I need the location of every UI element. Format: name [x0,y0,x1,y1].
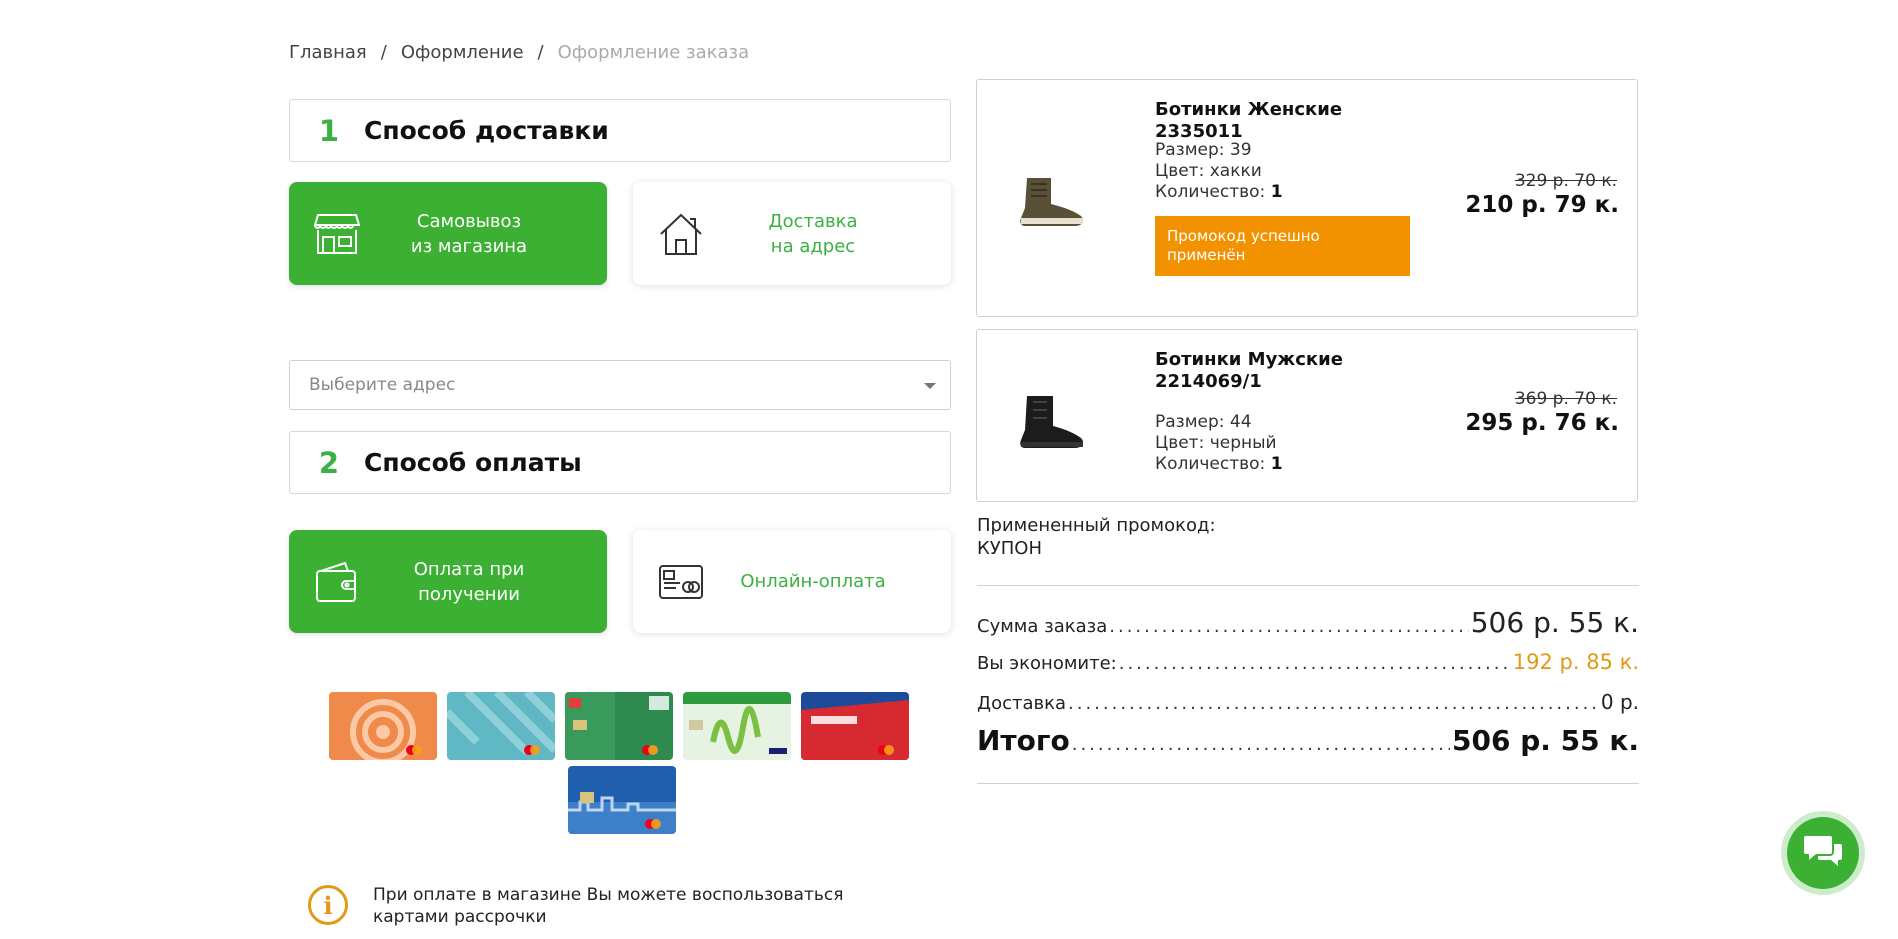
card-image-karta-pokupok [568,766,676,834]
card-image-bps-sberbank-fun [683,692,791,760]
summary-savings-row: Вы экономите: ..........................… [977,650,1639,674]
option-label: Оплата при получении [413,558,525,605]
address-select-placeholder: Выберите адрес [309,375,456,395]
product-image [1013,392,1091,454]
product-image [1013,170,1091,232]
delivery-section-header: 1 Способ доставки [289,99,951,162]
installment-info-text: При оплате в магазине Вы можете воспольз… [373,885,844,927]
wallet-icon [313,558,361,606]
summary-order-sum-value: 506 р. 55 к. [1470,606,1639,639]
summary-delivery-row: Доставка ...............................… [977,690,1639,714]
info-icon: i [308,885,348,925]
store-icon [313,210,361,258]
summary-order-sum-row: Сумма заказа ...........................… [977,606,1639,639]
cart-product-card: Ботинки Мужские 2214069/1 Размер: 44 Цве… [976,329,1638,502]
summary-label: Сумма заказа [977,616,1108,637]
product-color-label: Цвет: [1155,161,1205,181]
product-price: 210 р. 79 к. [1465,192,1619,218]
product-quantity-value: 1 [1270,182,1283,202]
breadcrumb-home-link[interactable]: Главная [289,42,367,63]
product-name: Ботинки Мужские 2214069/1 [1155,349,1343,392]
divider [977,585,1639,586]
summary-label: Вы экономите: [977,653,1117,674]
product-quantity-label: Количество: [1155,454,1266,474]
applied-promo-code: КУПОН [977,538,1042,559]
dot-leader: ........................................… [1068,693,1599,714]
option-label: Доставка на адрес [768,210,858,257]
summary-total-row: Итого ..................................… [977,724,1639,757]
dot-leader: ........................................… [1109,616,1468,637]
product-color-label: Цвет: [1155,433,1205,453]
option-label: Самовывоз из магазина [410,210,528,257]
product-size-value: 44 [1229,412,1252,432]
online-payment-option-button[interactable]: Онлайн-оплата [633,530,951,633]
applied-promo-label: Примененный промокод: [977,515,1216,536]
product-name: Ботинки Женские 2335011 [1155,99,1343,142]
pickup-option-button[interactable]: Самовывоз из магазина [289,182,607,285]
product-size-label: Размер: [1155,140,1225,160]
card-image-magnit [801,692,909,760]
summary-savings-value: 192 р. 85 к. [1512,650,1639,674]
product-color: Цвет: хакки [1155,161,1262,183]
card-image-smart-card [565,692,673,760]
cart-product-card: Ботинки Женские 2335011 Размер: 39 Цвет:… [976,79,1638,317]
promo-applied-badge: Промокод успешно применён [1155,216,1410,276]
product-quantity-label: Количество: [1155,182,1266,202]
divider [977,783,1639,784]
summary-delivery-value: 0 р. [1600,690,1639,714]
summary-label: Доставка [977,693,1066,714]
chat-button[interactable] [1787,817,1859,889]
summary-total-label: Итого [977,724,1070,757]
product-color-value: черный [1209,433,1277,453]
credit-card-icon [657,558,705,606]
house-icon [657,210,705,258]
product-size-label: Размер: [1155,412,1225,432]
section-title: Способ оплаты [364,448,582,477]
card-image-halva-orange [329,692,437,760]
product-size: Размер: 39 [1155,140,1252,162]
product-size: Размер: 44 [1155,412,1252,434]
card-image-halva-teal [447,692,555,760]
breadcrumb-current: Оформление заказа [557,42,750,63]
chat-icon [1804,834,1842,872]
dot-leader: ........................................… [1118,653,1511,674]
summary-total-value: 506 р. 55 к. [1452,724,1639,757]
chevron-down-icon [924,383,936,389]
section-number: 1 [318,113,340,148]
payment-section-header: 2 Способ оплаты [289,431,951,494]
breadcrumb-separator: / [380,42,387,63]
breadcrumb-checkout-link[interactable]: Оформление [401,42,524,63]
section-number: 2 [318,445,340,480]
address-select[interactable]: Выберите адрес [289,360,951,410]
option-label: Онлайн-оплата [740,571,886,592]
product-quantity: Количество: 1 [1155,182,1283,204]
delivery-to-address-option-button[interactable]: Доставка на адрес [633,182,951,285]
product-size-value: 39 [1229,140,1252,160]
pay-on-delivery-option-button[interactable]: Оплата при получении [289,530,607,633]
product-old-price: 369 р. 70 к. [1514,389,1617,409]
product-color: Цвет: черный [1155,433,1277,455]
product-quantity-value: 1 [1270,454,1283,474]
section-title: Способ доставки [364,116,609,145]
breadcrumb-separator: / [537,42,544,63]
breadcrumb: Главная / Оформление / Оформление заказа [289,42,749,63]
dot-leader: ........................................… [1071,734,1450,755]
product-old-price: 329 р. 70 к. [1514,171,1617,191]
product-color-value: хакки [1209,161,1262,181]
product-price: 295 р. 76 к. [1465,410,1619,436]
product-quantity: Количество: 1 [1155,454,1283,476]
applied-promo: Примененный промокод: КУПОН [977,514,1216,560]
